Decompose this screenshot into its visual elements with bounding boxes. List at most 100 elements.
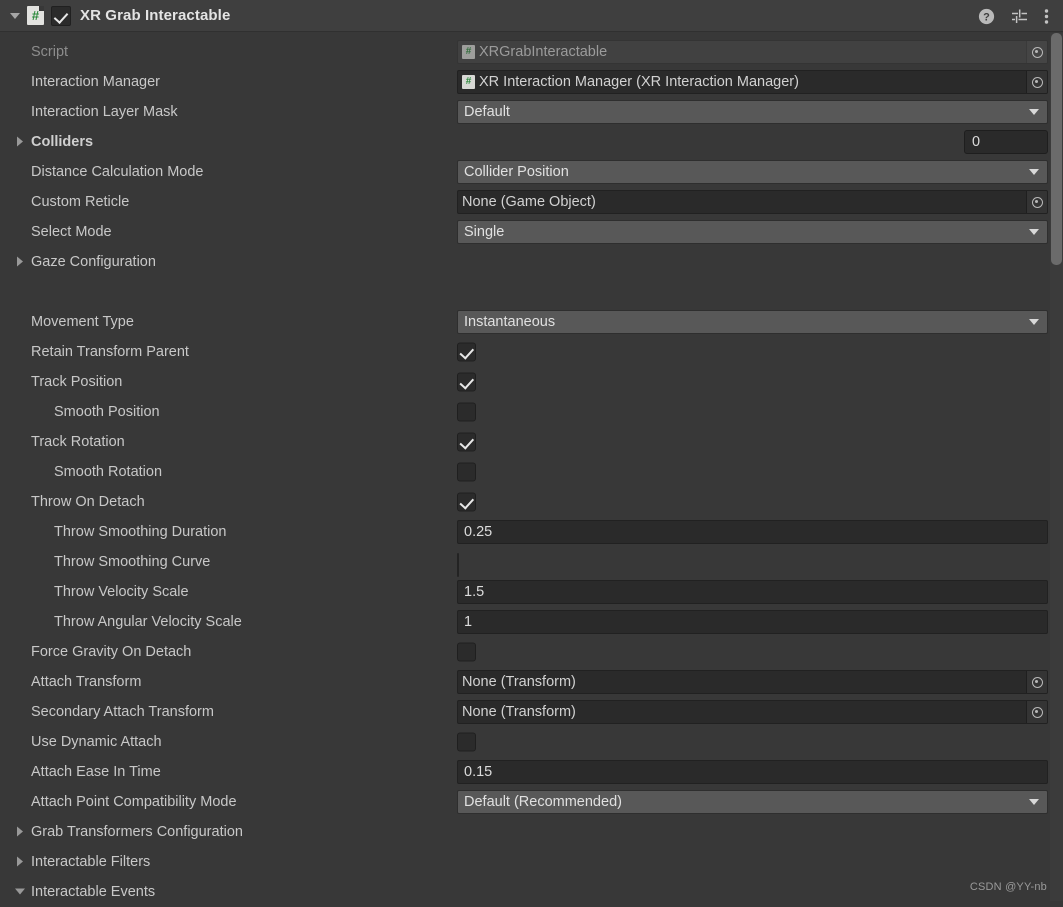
chevron-down-icon [1029, 319, 1039, 325]
dropdown-field[interactable]: Collider Position [457, 160, 1048, 184]
property-row: Attach Point Compatibility Mode Default (… [0, 787, 1063, 817]
number-field[interactable]: 0.25 [457, 520, 1048, 544]
property-row: Secondary Attach Transform None (Transfor… [0, 697, 1063, 727]
number-field[interactable]: 1 [457, 610, 1048, 634]
toggle-checkbox[interactable] [457, 642, 476, 662]
dropdown-value: Default (Recommended) [464, 794, 622, 810]
chevron-down-icon [1029, 109, 1039, 115]
object-picker-icon[interactable] [1026, 41, 1047, 63]
object-field[interactable]: None (Transform) [457, 670, 1048, 694]
dropdown-field[interactable]: Default (Recommended) [457, 790, 1048, 814]
object-picker-icon[interactable] [1026, 191, 1047, 213]
triangle-down-icon[interactable] [15, 887, 26, 898]
dropdown-field[interactable]: Instantaneous [457, 310, 1048, 334]
animation-curve-field[interactable] [457, 553, 459, 577]
property-row: Gaze Configuration [0, 247, 1063, 277]
kebab-menu-icon[interactable] [1044, 8, 1049, 25]
toggle-checkbox[interactable] [457, 372, 476, 392]
property-row: Throw Velocity Scale 1.5 [0, 577, 1063, 607]
script-asset-icon: # [462, 75, 475, 89]
object-field[interactable]: None (Game Object) [457, 190, 1048, 214]
property-row: Interactable Filters [0, 847, 1063, 877]
object-picker-icon[interactable] [1026, 701, 1047, 723]
dropdown-value: Collider Position [464, 164, 569, 180]
property-label: Track Rotation [31, 434, 125, 450]
property-label: Select Mode [31, 224, 112, 240]
property-row: Throw Smoothing Curve [0, 547, 1063, 577]
property-label: Track Position [31, 374, 123, 390]
scrollbar-thumb[interactable] [1051, 33, 1062, 265]
dropdown-value: Instantaneous [464, 314, 556, 330]
triangle-down-icon[interactable] [10, 10, 22, 22]
array-size-field[interactable]: 0 [964, 130, 1048, 154]
script-asset-icon: # [462, 45, 475, 59]
property-rows: Script # XRGrabInteractable Interaction Man… [0, 32, 1063, 907]
preset-icon[interactable] [1011, 8, 1028, 25]
component-title: XR Grab Interactable [80, 7, 231, 24]
property-label: Interaction Manager [31, 74, 160, 90]
property-row: Smooth Rotation [0, 457, 1063, 487]
property-label: Throw On Detach [31, 494, 145, 510]
property-row: Track Rotation [0, 427, 1063, 457]
property-row: Attach Ease In Time 0.15 [0, 757, 1063, 787]
toggle-checkbox[interactable] [457, 402, 476, 422]
property-label: Interaction Layer Mask [31, 104, 178, 120]
component-header[interactable]: # XR Grab Interactable ? [0, 0, 1063, 32]
triangle-right-icon[interactable] [15, 826, 26, 838]
watermark: CSDN @YY-nb [969, 881, 1047, 893]
toggle-checkbox[interactable] [457, 462, 476, 482]
object-field-value: None (Game Object) [462, 194, 596, 210]
property-label: Force Gravity On Detach [31, 644, 192, 660]
property-label: Throw Smoothing Curve [54, 554, 211, 570]
toggle-checkbox[interactable] [457, 492, 476, 512]
chevron-down-icon [1029, 799, 1039, 805]
vertical-scrollbar[interactable] [1050, 33, 1063, 901]
dropdown-field[interactable]: Default [457, 100, 1048, 124]
object-field-value: XR Interaction Manager (XR Interaction M… [479, 74, 799, 90]
property-label: Throw Velocity Scale [54, 584, 189, 600]
inspector-panel: # XR Grab Interactable ? Script # XRGrab… [0, 0, 1063, 901]
property-label: Interactable Filters [31, 854, 151, 870]
dropdown-value: Single [464, 224, 505, 240]
property-label: Grab Transformers Configuration [31, 824, 243, 840]
toggle-checkbox[interactable] [457, 732, 476, 752]
property-row: Smooth Position [0, 397, 1063, 427]
component-enabled-checkbox[interactable] [51, 5, 71, 26]
triangle-right-icon[interactable] [15, 256, 26, 268]
property-row: Distance Calculation Mode Collider Positi… [0, 157, 1063, 187]
property-label: Smooth Position [54, 404, 160, 420]
property-label: Custom Reticle [31, 194, 130, 210]
property-row: Interaction Manager # XR Interaction Manag… [0, 67, 1063, 97]
property-label: Script [31, 44, 69, 60]
toggle-checkbox[interactable] [457, 432, 476, 452]
property-row: Retain Transform Parent [0, 337, 1063, 367]
property-label: Colliders [31, 134, 94, 150]
help-icon[interactable]: ? [978, 8, 995, 25]
number-field[interactable]: 0.15 [457, 760, 1048, 784]
property-label: Attach Point Compatibility Mode [31, 794, 237, 810]
property-row: Colliders 0 [0, 127, 1063, 157]
object-picker-icon[interactable] [1026, 671, 1047, 693]
property-label: Movement Type [31, 314, 134, 330]
object-field[interactable]: None (Transform) [457, 700, 1048, 724]
object-picker-icon[interactable] [1026, 71, 1047, 93]
property-row: Use Dynamic Attach [0, 727, 1063, 757]
property-row: Attach Transform None (Transform) [0, 667, 1063, 697]
dropdown-field[interactable]: Single [457, 220, 1048, 244]
property-row: Throw Smoothing Duration 0.25 [0, 517, 1063, 547]
property-row [0, 277, 1063, 307]
property-label: Gaze Configuration [31, 254, 156, 270]
property-label: Throw Smoothing Duration [54, 524, 227, 540]
number-field[interactable]: 1.5 [457, 580, 1048, 604]
property-row: Select Mode Single [0, 217, 1063, 247]
object-field-value: XRGrabInteractable [479, 44, 608, 60]
triangle-right-icon[interactable] [15, 856, 26, 868]
toggle-checkbox[interactable] [457, 342, 476, 362]
property-row: Interaction Layer Mask Default [0, 97, 1063, 127]
property-label: Distance Calculation Mode [31, 164, 204, 180]
property-row: Movement Type Instantaneous [0, 307, 1063, 337]
object-field[interactable]: # XR Interaction Manager (XR Interaction … [457, 70, 1048, 94]
property-row: Script # XRGrabInteractable [0, 37, 1063, 67]
triangle-right-icon[interactable] [15, 136, 26, 148]
object-field[interactable]: # XRGrabInteractable [457, 40, 1048, 64]
